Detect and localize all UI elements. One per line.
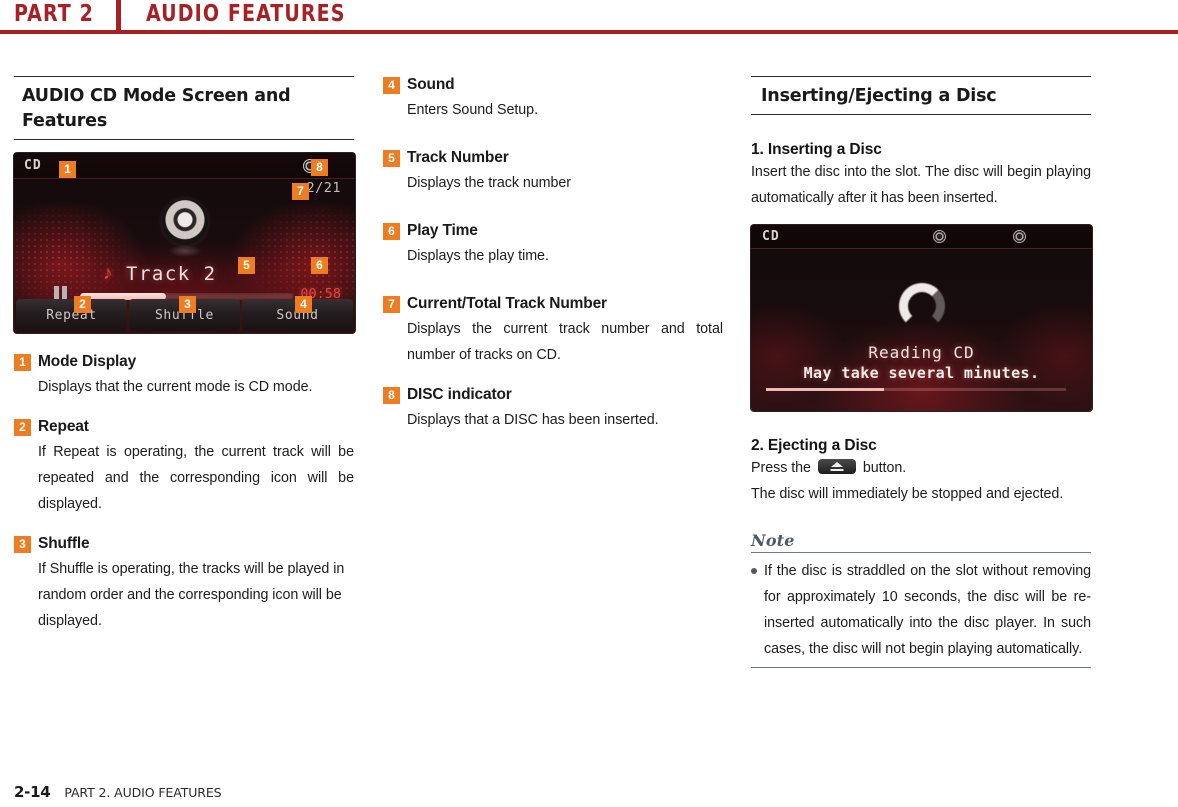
header-divider xyxy=(116,0,121,30)
feature-item-4-head: 4 Sound xyxy=(383,76,723,94)
feature-body-4: Enters Sound Setup. xyxy=(407,102,538,118)
note-rule-bottom xyxy=(751,667,1091,668)
feature-item-8-head: 8 DISC indicator xyxy=(383,386,723,404)
note-block: Note If the disc is straddled on the slo… xyxy=(751,531,1091,668)
header-part-label: PART 2 xyxy=(14,1,94,27)
section-heading-inserting-ejecting: Inserting/Ejecting a Disc xyxy=(751,76,1091,115)
feature-title-7: Current/Total Track Number xyxy=(407,295,607,312)
reading-progress-track xyxy=(766,388,1066,391)
mode-display-label: CD xyxy=(24,158,42,173)
feature-title-6: Play Time xyxy=(407,222,478,239)
feature-title-8: DISC indicator xyxy=(407,386,512,403)
callout-badge-2: 2 xyxy=(74,296,91,313)
section-heading-audio-cd-mode: AUDIO CD Mode Screen and Features xyxy=(14,76,354,140)
subheading-inserting-a-disc: 1. Inserting a Disc xyxy=(751,141,882,158)
feature-body-6: Displays the play time. xyxy=(407,248,549,264)
footer-page-number: 2-14 xyxy=(14,783,51,801)
disc-icon-a xyxy=(933,230,946,243)
feature-item-4: 4 Sound Enters Sound Setup. xyxy=(383,76,723,123)
reading-cd-line1: Reading CD xyxy=(868,343,975,362)
callout-badge-4: 4 xyxy=(295,296,312,313)
reading-screen-top-bar xyxy=(751,225,1092,249)
feature-badge-1: 1 xyxy=(14,353,31,371)
cd-disc-icon xyxy=(161,199,208,245)
feature-item-2-head: 2 Repeat xyxy=(14,418,354,436)
feature-body-2: If Repeat is operating, the current trac… xyxy=(38,444,354,512)
feature-item-7: 7 Current/Total Track Number Displays th… xyxy=(383,295,723,368)
header-rule xyxy=(0,30,1178,34)
feature-body-5: Displays the track number xyxy=(407,175,572,191)
cd-player-screen-image: CD 2/21 ♪ Track 2 00:58 Repeat Shuffle S… xyxy=(14,153,355,333)
reading-mode-label: CD xyxy=(762,229,780,244)
paragraph-inserting-a-disc: Insert the disc into the slot. The disc … xyxy=(751,164,1091,206)
feature-body-3: If Shuffle is operating, the tracks will… xyxy=(38,561,345,629)
feature-item-1: 1 Mode Display Displays that the current… xyxy=(14,353,354,400)
callout-badge-7: 7 xyxy=(292,183,309,200)
paragraph-ejecting-result: The disc will immediately be stopped and… xyxy=(751,486,1064,502)
feature-badge-4: 4 xyxy=(383,76,400,94)
reading-progress-fill xyxy=(766,388,884,391)
feature-body-7: Displays the current track number and to… xyxy=(407,321,723,363)
note-title: Note xyxy=(751,531,795,550)
button-text: button. xyxy=(862,460,907,476)
feature-item-1-head: 1 Mode Display xyxy=(14,353,354,371)
disc-icon-b xyxy=(1013,230,1026,243)
feature-item-8: 8 DISC indicator Displays that a DISC ha… xyxy=(383,386,723,433)
feature-item-5-head: 5 Track Number xyxy=(383,149,723,167)
feature-badge-3: 3 xyxy=(14,535,31,553)
left-column: AUDIO CD Mode Screen and Features CD 2/2… xyxy=(14,76,355,634)
feature-item-5: 5 Track Number Displays the track number xyxy=(383,149,723,196)
feature-item-3-head: 3 Shuffle xyxy=(14,535,354,553)
feature-item-7-head: 7 Current/Total Track Number xyxy=(383,295,723,313)
feature-item-6-head: 6 Play Time xyxy=(383,222,723,240)
subheading-ejecting-a-disc: 2. Ejecting a Disc xyxy=(751,437,877,454)
cd-disc-reflection xyxy=(167,245,202,257)
feature-badge-6: 6 xyxy=(383,222,400,240)
repeat-button[interactable]: Repeat xyxy=(16,299,127,331)
feature-title-5: Track Number xyxy=(407,149,509,166)
feature-badge-8: 8 xyxy=(383,386,400,404)
reading-cd-line2: May take several minutes. xyxy=(803,364,1040,382)
press-the-text: Press the xyxy=(751,460,811,476)
loading-spinner-icon xyxy=(898,283,945,329)
feature-badge-2: 2 xyxy=(14,418,31,436)
feature-badge-7: 7 xyxy=(383,295,400,313)
page-header: PART 2 AUDIO FEATURES xyxy=(0,0,1178,36)
paragraph-press-eject: Press the button. xyxy=(751,455,1091,481)
feature-body-8: Displays that a DISC has been inserted. xyxy=(407,412,659,428)
middle-column: 4 Sound Enters Sound Setup. 5 Track Numb… xyxy=(383,76,723,433)
page-footer: 2-14 PART 2. AUDIO FEATURES xyxy=(14,783,222,801)
reading-cd-screen-image: CD Reading CD May take several minutes. xyxy=(751,225,1092,411)
callout-badge-8: 8 xyxy=(311,159,328,176)
note-bullet-text: If the disc is straddled on the slot wit… xyxy=(764,563,1091,657)
header-title: AUDIO FEATURES xyxy=(146,1,346,27)
footer-section-label: PART 2. AUDIO FEATURES xyxy=(64,785,222,800)
music-note-icon: ♪ xyxy=(103,263,113,284)
track-title-text: Track 2 xyxy=(126,263,217,285)
right-column: Inserting/Ejecting a Disc 1. Inserting a… xyxy=(751,76,1092,668)
callout-badge-3: 3 xyxy=(179,296,196,313)
callout-badge-1: 1 xyxy=(59,161,76,178)
feature-title-2: Repeat xyxy=(38,418,89,435)
callout-badge-5: 5 xyxy=(238,257,255,274)
note-list-item: If the disc is straddled on the slot wit… xyxy=(751,558,1091,662)
feature-body-1: Displays that the current mode is CD mod… xyxy=(38,379,313,395)
feature-title-4: Sound xyxy=(407,76,455,93)
feature-title-3: Shuffle xyxy=(38,535,90,552)
callout-badge-6: 6 xyxy=(311,257,328,274)
feature-item-6: 6 Play Time Displays the play time. xyxy=(383,222,723,269)
current-total-track-number: 2/21 xyxy=(306,180,341,196)
feature-item-2: 2 Repeat If Repeat is operating, the cur… xyxy=(14,418,354,517)
bullet-icon xyxy=(751,568,757,574)
note-rule-top xyxy=(751,552,1091,553)
feature-badge-5: 5 xyxy=(383,149,400,167)
eject-icon[interactable] xyxy=(817,459,856,474)
feature-item-3: 3 Shuffle If Shuffle is operating, the t… xyxy=(14,535,354,634)
feature-title-1: Mode Display xyxy=(38,353,137,370)
